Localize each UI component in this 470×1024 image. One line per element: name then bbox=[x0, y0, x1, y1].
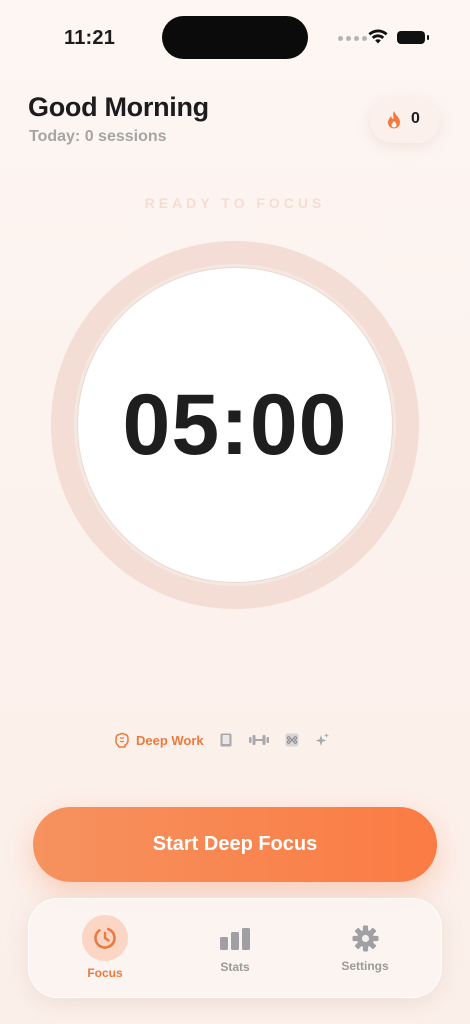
gear-icon bbox=[352, 925, 378, 951]
battery-icon bbox=[397, 31, 429, 44]
sparkles-icon[interactable] bbox=[314, 732, 330, 748]
mode-active-label: Deep Work bbox=[136, 732, 204, 748]
tab-label: Settings bbox=[341, 959, 389, 973]
tab-focus[interactable]: Focus bbox=[50, 899, 160, 997]
dumbbell-icon[interactable] bbox=[248, 732, 270, 748]
timer-icon bbox=[94, 927, 116, 949]
status-bar: 11:21 bbox=[0, 0, 470, 78]
status-time: 11:21 bbox=[64, 27, 116, 49]
tab-stats[interactable]: Stats bbox=[180, 899, 290, 997]
bar-chart-icon bbox=[220, 928, 250, 950]
flame-icon bbox=[388, 111, 400, 129]
command-icon[interactable] bbox=[284, 732, 300, 748]
focus-state-label: READY TO FOCUS bbox=[144, 195, 326, 211]
mode-selector: Deep Work bbox=[114, 730, 330, 750]
wifi-icon bbox=[368, 29, 388, 44]
tab-bar: Focus Stats Settings bbox=[28, 898, 442, 998]
streak-badge[interactable]: 0 bbox=[370, 97, 440, 143]
mode-deep-work[interactable]: Deep Work bbox=[114, 732, 204, 748]
brain-icon bbox=[115, 732, 129, 748]
dynamic-island bbox=[162, 16, 308, 59]
streak-count: 0 bbox=[411, 110, 420, 127]
tab-label: Stats bbox=[220, 960, 250, 974]
timer-display: 05:00 bbox=[122, 376, 348, 473]
tab-focus-highlight bbox=[82, 915, 128, 961]
tab-label: Focus bbox=[87, 966, 123, 980]
book-icon[interactable] bbox=[218, 732, 234, 748]
start-focus-button[interactable]: Start Deep Focus bbox=[33, 807, 437, 882]
cellular-signal-icon bbox=[338, 36, 367, 41]
sessions-summary: Today: 0 sessions bbox=[29, 128, 167, 145]
tab-settings[interactable]: Settings bbox=[310, 899, 420, 997]
greeting-title: Good Morning bbox=[28, 92, 209, 122]
